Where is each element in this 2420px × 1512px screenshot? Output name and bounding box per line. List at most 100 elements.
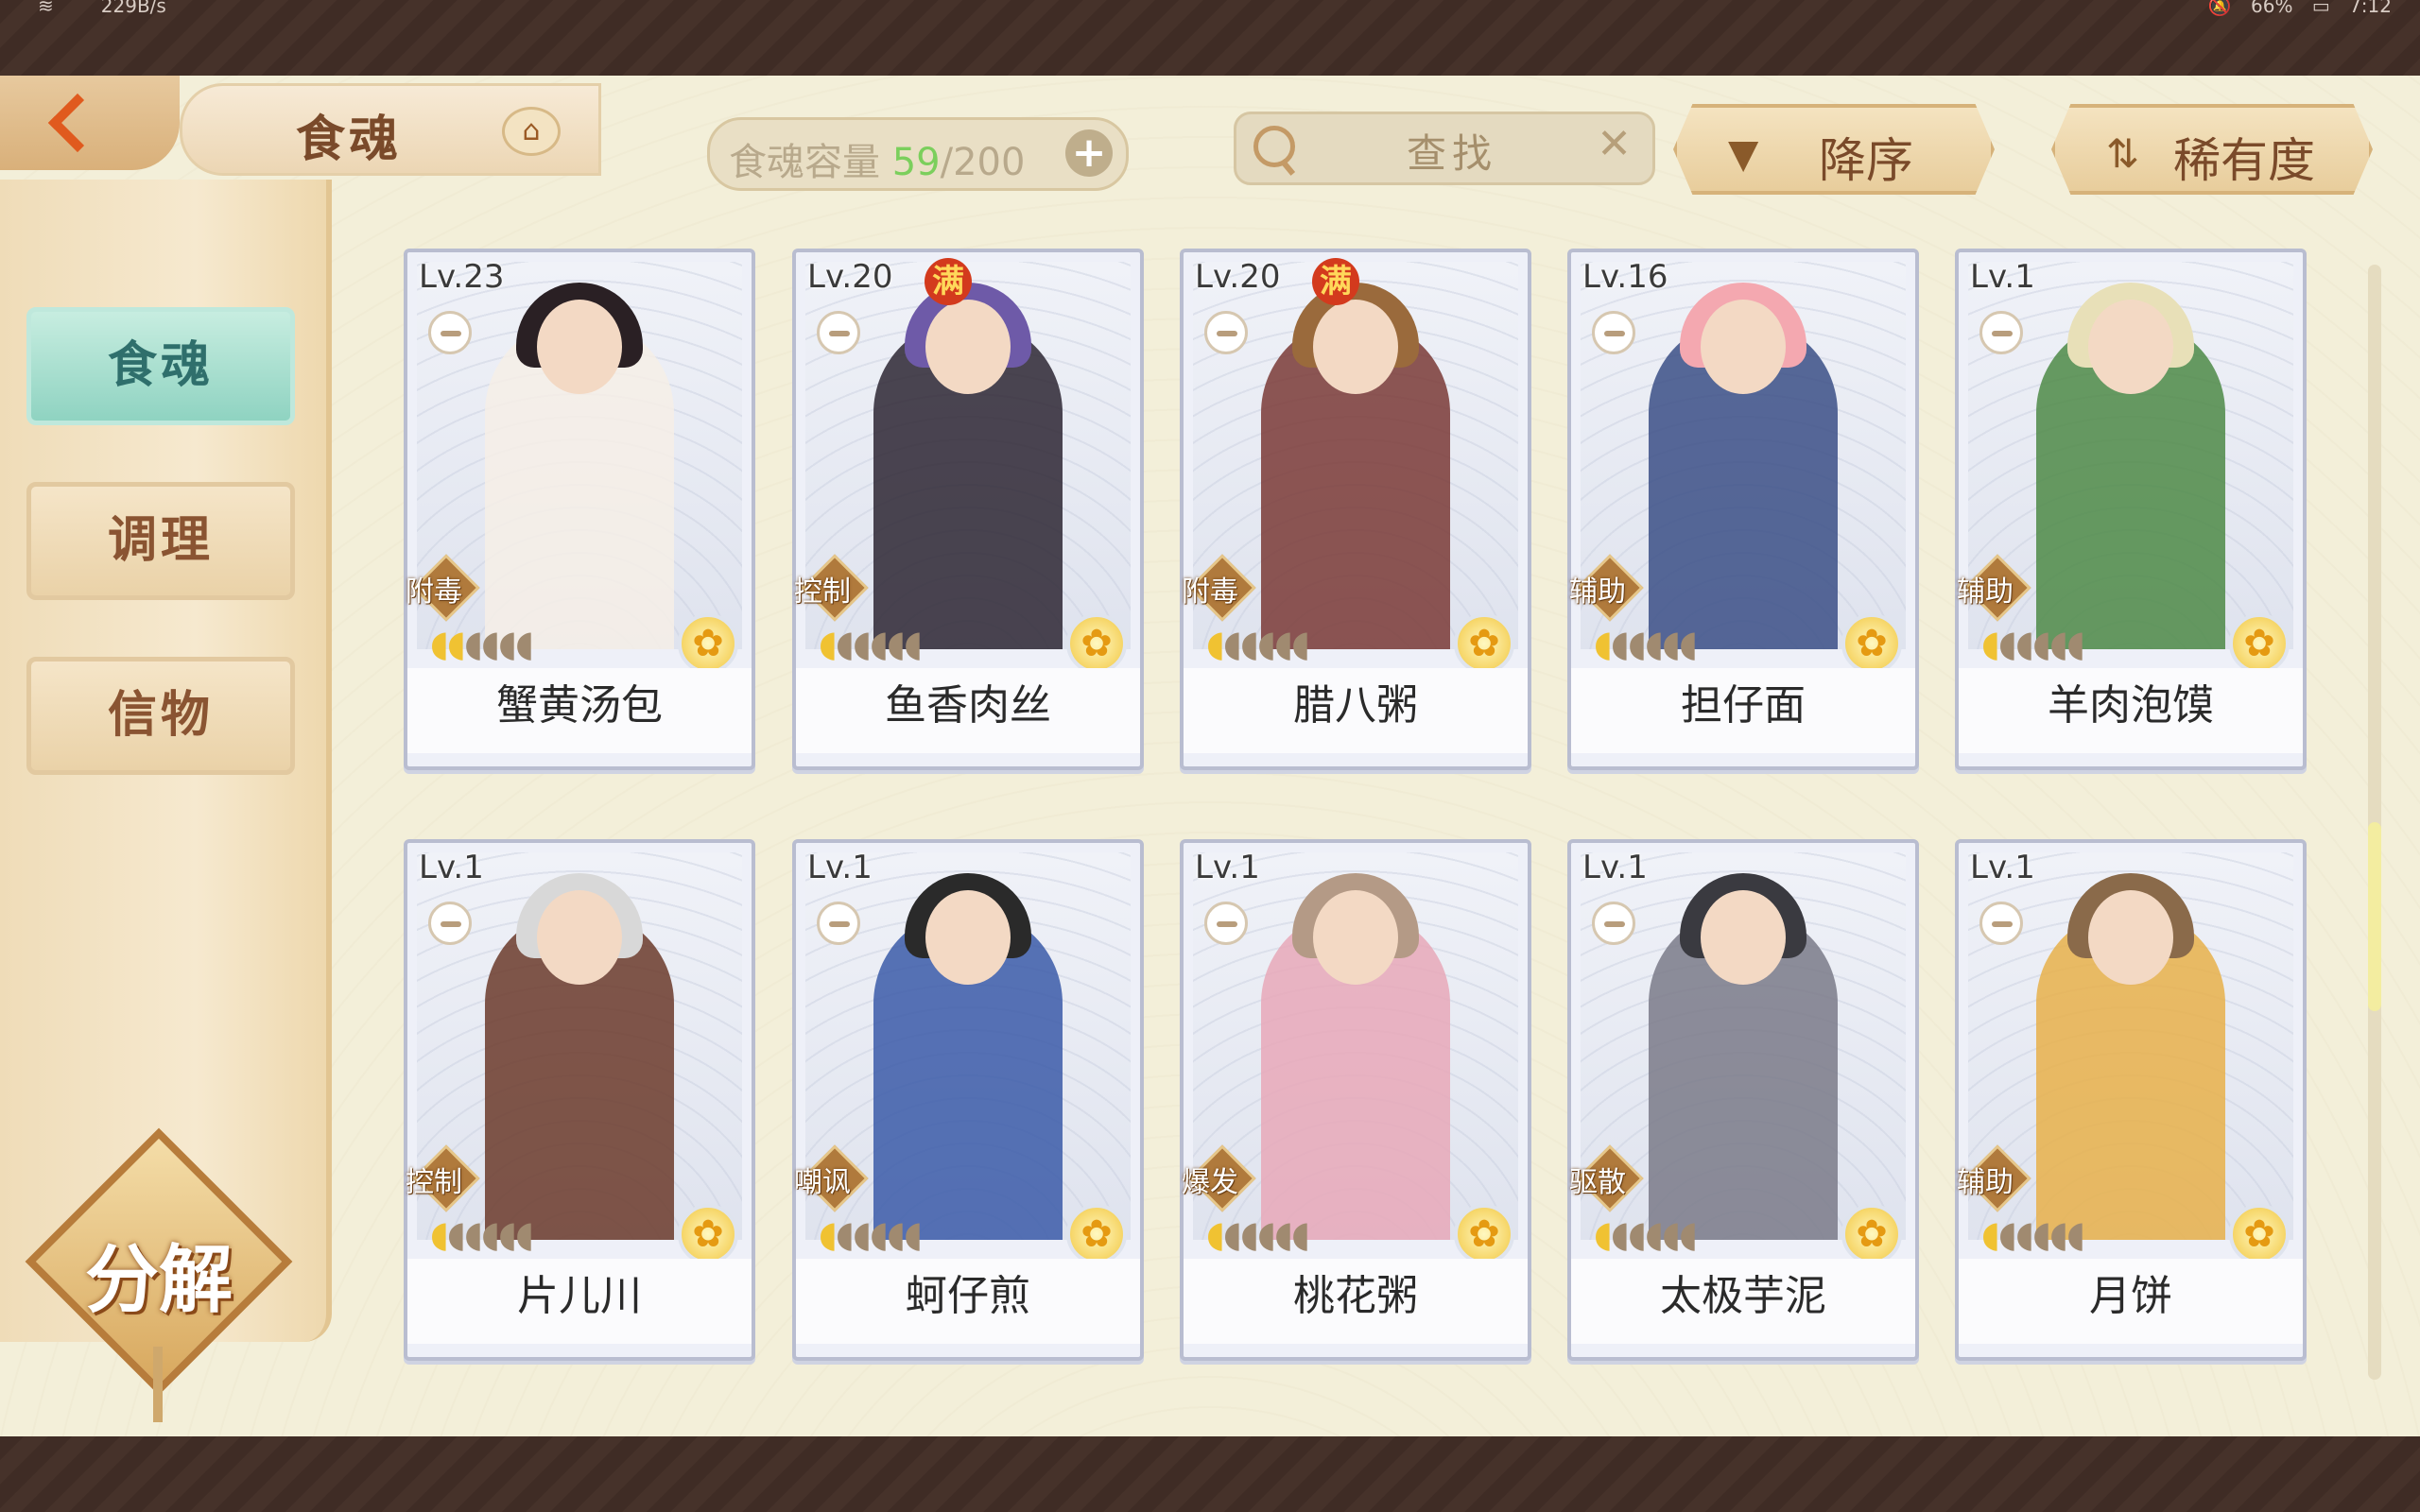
flame-star-icon: ◖ [819, 623, 838, 664]
max-badge: 满 [925, 258, 972, 305]
bottom-band [0, 1436, 2420, 1512]
flower-element-icon: ✿ [2229, 613, 2290, 674]
bowl-icon [817, 311, 860, 354]
food-soul-card[interactable]: Lv.16 辅助 ◖◖◖◖◖◖ ✿ 担仔面 [1567, 249, 1919, 770]
scrollbar-thumb[interactable] [2368, 822, 2381, 1011]
wifi-icon: ≋ [38, 0, 54, 17]
star-rating: ◖◖◖◖◖◖ [1594, 623, 1698, 664]
flower-element-icon: ✿ [1454, 613, 1514, 674]
flame-star-icon: ◖ [1611, 623, 1630, 664]
title-plate: 食魂 ⌂ [180, 83, 601, 176]
bowl-icon [1204, 311, 1248, 354]
decompose-label[interactable]: 分解 [55, 1221, 263, 1327]
clock: 7:12 [2349, 0, 2392, 17]
flame-star-icon: ◖ [515, 623, 534, 664]
food-soul-card[interactable]: Lv.1 辅助 ◖◖◖◖◖◖ ✿ 羊肉泡馍 [1955, 249, 2307, 770]
sidebar-tab-food-souls[interactable]: 食魂 [26, 307, 295, 425]
card-name: 腊八粥 [1184, 668, 1528, 753]
card-level: Lv.16 [1582, 258, 1668, 296]
flame-star-icon: ◖ [870, 1213, 889, 1255]
flame-star-icon: ◖ [1223, 623, 1242, 664]
flame-star-icon: ◖ [1679, 1213, 1698, 1255]
flame-star-icon: ◖ [2066, 623, 2085, 664]
bowl-icon [428, 311, 472, 354]
search-field[interactable]: 查找 ✕ [1234, 112, 1655, 185]
flame-star-icon: ◖ [447, 1213, 466, 1255]
flower-element-icon: ✿ [678, 613, 738, 674]
sidebar-tab-tokens[interactable]: 信物 [26, 657, 295, 775]
scrollbar[interactable] [2368, 265, 2381, 1380]
flame-star-icon: ◖ [498, 1213, 517, 1255]
card-name: 担仔面 [1571, 668, 1915, 753]
flame-star-icon: ◖ [1274, 623, 1293, 664]
flame-star-icon: ◖ [515, 1213, 534, 1255]
bowl-icon [428, 902, 472, 945]
card-level: Lv.1 [1582, 849, 1648, 886]
flame-star-icon: ◖ [498, 623, 517, 664]
food-soul-card[interactable]: Lv.20 满 附毒 ◖◖◖◖◖◖ ✿ 腊八粥 [1180, 249, 1531, 770]
battery-level: 66% [2251, 0, 2293, 17]
flame-star-icon: ◖ [1628, 623, 1647, 664]
flame-star-icon: ◖ [836, 1213, 855, 1255]
card-name: 蟹黄汤包 [407, 668, 752, 753]
flame-star-icon: ◖ [1291, 1213, 1310, 1255]
role-badge: 附毒 [1180, 554, 1263, 622]
character-face [1313, 300, 1398, 394]
role-badge: 控制 [792, 554, 875, 622]
back-button[interactable] [0, 76, 180, 170]
card-level: Lv.1 [1970, 258, 2035, 296]
max-badge: 满 [1312, 258, 1359, 305]
bowl-icon [1592, 311, 1635, 354]
sort-order-button[interactable]: ▼ 降序 [1673, 104, 1995, 195]
food-soul-card[interactable]: Lv.1 控制 ◖◖◖◖◖◖ ✿ 片儿川 [404, 839, 755, 1361]
flame-star-icon: ◖ [1594, 1213, 1613, 1255]
star-rating: ◖◖◖◖◖◖ [1206, 1213, 1310, 1255]
flame-star-icon: ◖ [2032, 623, 2051, 664]
food-soul-card[interactable]: Lv.1 爆发 ◖◖◖◖◖◖ ✿ 桃花粥 [1180, 839, 1531, 1361]
main-panel: 食魂 ⌂ 食魂容量 59/200 + 查找 ✕ ▼ 降序 ⇅ 稀有度 食魂 调理… [0, 76, 2420, 1436]
flame-star-icon: ◖ [2066, 1213, 2085, 1255]
battery-icon: ▭ [2311, 0, 2330, 17]
card-level: Lv.1 [807, 849, 873, 886]
bowl-icon [817, 902, 860, 945]
flame-star-icon: ◖ [2049, 623, 2068, 664]
food-soul-card[interactable]: Lv.20 满 控制 ◖◖◖◖◖◖ ✿ 鱼香肉丝 [792, 249, 1144, 770]
card-level: Lv.1 [419, 849, 484, 886]
capacity-used: 59 [891, 141, 941, 184]
sort-key-label: 稀有度 [2173, 133, 2315, 188]
sort-order-label: 降序 [1819, 133, 1913, 188]
character-face [925, 300, 1011, 394]
star-rating: ◖◖◖◖◖◖ [1981, 1213, 2085, 1255]
sort-key-button[interactable]: ⇅ 稀有度 [2051, 104, 2373, 195]
add-capacity-button[interactable]: + [1065, 129, 1113, 177]
flame-star-icon: ◖ [819, 1213, 838, 1255]
flame-star-icon: ◖ [1257, 1213, 1276, 1255]
pagoda-icon[interactable]: ⌂ [502, 107, 561, 156]
flame-star-icon: ◖ [1240, 623, 1259, 664]
flame-star-icon: ◖ [1998, 1213, 2017, 1255]
flower-element-icon: ✿ [1066, 1204, 1127, 1264]
flame-star-icon: ◖ [1274, 1213, 1293, 1255]
flame-star-icon: ◖ [1679, 623, 1698, 664]
sidebar-tab-recipes[interactable]: 调理 [26, 482, 295, 600]
flame-star-icon: ◖ [464, 1213, 483, 1255]
food-soul-card[interactable]: Lv.1 嘲讽 ◖◖◖◖◖◖ ✿ 蚵仔煎 [792, 839, 1144, 1361]
network-speed: 229B/s [100, 0, 166, 17]
food-soul-card[interactable]: Lv.1 辅助 ◖◖◖◖◖◖ ✿ 月饼 [1955, 839, 2307, 1361]
page-title: 食魂 [296, 112, 403, 168]
character-face [2088, 300, 2173, 394]
flame-star-icon: ◖ [887, 1213, 906, 1255]
flame-star-icon: ◖ [1611, 1213, 1630, 1255]
flower-element-icon: ✿ [1066, 613, 1127, 674]
flame-star-icon: ◖ [481, 1213, 500, 1255]
flame-star-icon: ◖ [1291, 623, 1310, 664]
capacity-indicator: 食魂容量 59/200 + [707, 117, 1129, 191]
clear-search-icon[interactable]: ✕ [1597, 120, 1632, 168]
card-name: 桃花粥 [1184, 1259, 1528, 1344]
role-label: 辅助 [1957, 576, 2014, 609]
food-soul-card[interactable]: Lv.1 驱散 ◖◖◖◖◖◖ ✿ 太极芋泥 [1567, 839, 1919, 1361]
flame-star-icon: ◖ [1645, 623, 1664, 664]
role-label: 控制 [406, 1166, 462, 1199]
card-name: 羊肉泡馍 [1959, 668, 2303, 753]
food-soul-card[interactable]: Lv.23 附毒 ◖◖◖◖◖◖ ✿ 蟹黄汤包 [404, 249, 755, 770]
